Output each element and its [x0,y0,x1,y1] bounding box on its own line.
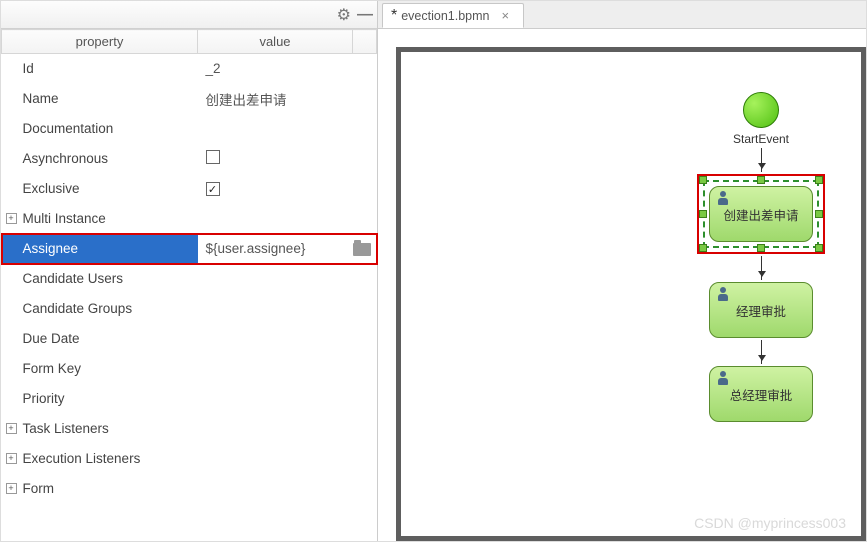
sequence-flow-icon[interactable] [761,256,762,280]
row-execution-listeners[interactable]: + Execution Listeners [2,444,377,474]
row-id[interactable]: Id _2 [2,54,377,84]
bpmn-canvas[interactable]: StartEvent [396,47,866,541]
start-event-label: StartEvent [733,132,789,146]
resize-handle[interactable] [815,244,823,252]
label-asynchronous: Asynchronous [23,151,109,166]
checkbox-asynchronous[interactable] [206,150,220,164]
task-label: 总经理审批 [730,385,793,404]
row-task-listeners[interactable]: + Task Listeners [2,414,377,444]
row-name[interactable]: Name 创建出差申请 [2,84,377,114]
expander-icon[interactable]: + [6,453,17,464]
properties-table: property value Id _2 Name 创建出差申请 Docume [1,29,377,504]
label-priority: Priority [23,391,65,406]
value-name[interactable]: 创建出差申请 [198,89,353,109]
value-assignee[interactable]: ${user.assignee} [198,241,353,256]
row-assignee[interactable]: Assignee ${user.assignee} [2,234,377,264]
resize-handle[interactable] [757,244,765,252]
sequence-flow-icon[interactable] [761,340,762,364]
task-label: 经理审批 [736,301,786,320]
row-documentation[interactable]: Documentation [2,114,377,144]
header-property: property [2,30,198,54]
close-icon[interactable]: × [502,8,510,23]
label-documentation: Documentation [23,121,114,136]
user-task-icon [716,191,730,205]
label-candidate-users: Candidate Users [23,271,124,286]
task-label: 创建出差申请 [723,205,798,224]
row-exclusive[interactable]: Exclusive ✓ [2,174,377,204]
label-form: Form [23,481,55,496]
watermark: CSDN @myprincess003 [694,515,846,531]
label-name: Name [23,91,59,106]
resize-handle[interactable] [815,176,823,184]
start-event-node[interactable] [743,92,779,128]
user-task-icon [716,287,730,301]
task-node-general-manager[interactable]: 总经理审批 [709,366,813,422]
expander-icon[interactable]: + [6,483,17,494]
label-execution-listeners: Execution Listeners [23,451,141,466]
tab-file[interactable]: * evection1.bpmn × [382,3,524,28]
label-candidate-groups: Candidate Groups [23,301,133,316]
row-asynchronous[interactable]: Asynchronous [2,144,377,174]
editor-pane: * evection1.bpmn × StartEvent [378,1,866,541]
expander-icon[interactable]: + [6,213,17,224]
annotation-highlight: 创建出差申请 [697,174,825,254]
checkbox-exclusive[interactable]: ✓ [206,182,220,196]
label-multi-instance: Multi Instance [23,211,106,226]
row-form[interactable]: + Form [2,474,377,504]
value-id[interactable]: _2 [198,61,353,76]
task-node-create[interactable]: 创建出差申请 [709,186,813,242]
editor-tab-bar: * evection1.bpmn × [378,1,866,29]
label-form-key: Form Key [23,361,82,376]
label-exclusive: Exclusive [23,181,80,196]
gear-icon[interactable]: ⚙ [337,5,351,25]
view-menu-bar: ⚙ — [1,1,377,29]
tab-label: evection1.bpmn [401,9,489,23]
label-due-date: Due Date [23,331,80,346]
row-priority[interactable]: Priority [2,384,377,414]
resize-handle[interactable] [699,244,707,252]
properties-panel: ⚙ — property value Id _2 Name 创建出差申请 [1,1,378,541]
label-id: Id [23,61,34,76]
resize-handle[interactable] [815,210,823,218]
label-task-listeners: Task Listeners [23,421,109,436]
resize-handle[interactable] [757,176,765,184]
row-multi-instance[interactable]: + Multi Instance [2,204,377,234]
expander-icon[interactable]: + [6,423,17,434]
browse-icon[interactable] [353,243,375,256]
row-due-date[interactable]: Due Date [2,324,377,354]
row-candidate-users[interactable]: Candidate Users [2,264,377,294]
header-value: value [198,30,353,54]
resize-handle[interactable] [699,210,707,218]
task-node-manager[interactable]: 经理审批 [709,282,813,338]
resize-handle[interactable] [699,176,707,184]
row-candidate-groups[interactable]: Candidate Groups [2,294,377,324]
user-task-icon [716,371,730,385]
sequence-flow-icon[interactable] [761,148,762,172]
minimize-icon[interactable]: — [357,6,371,24]
label-assignee: Assignee [23,241,79,256]
row-form-key[interactable]: Form Key [2,354,377,384]
